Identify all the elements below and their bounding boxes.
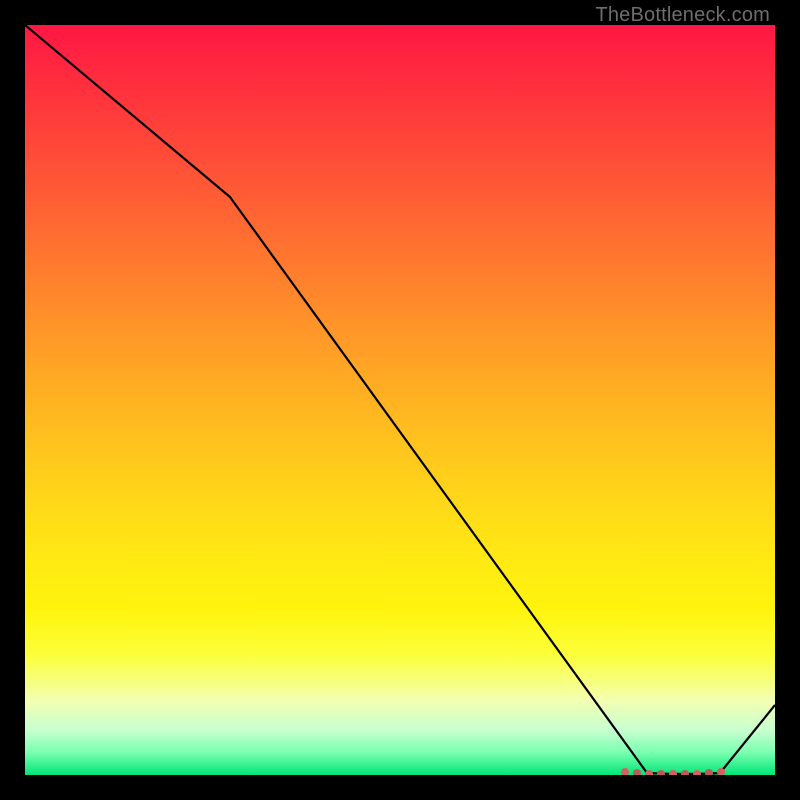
knot-dot [705,769,713,775]
knot-dot [633,769,641,775]
bottleneck-curve [25,25,775,774]
knot-dot [681,770,689,775]
chart-overlay [25,25,775,775]
knot-dot [657,770,665,775]
attribution-label: TheBottleneck.com [595,4,770,27]
knot-dot [669,770,677,775]
minimum-knot-cluster [621,768,725,775]
plot-area [25,25,775,775]
knot-dot [621,768,629,775]
chart-frame: TheBottleneck.com [0,0,800,800]
knot-dot [693,770,701,775]
